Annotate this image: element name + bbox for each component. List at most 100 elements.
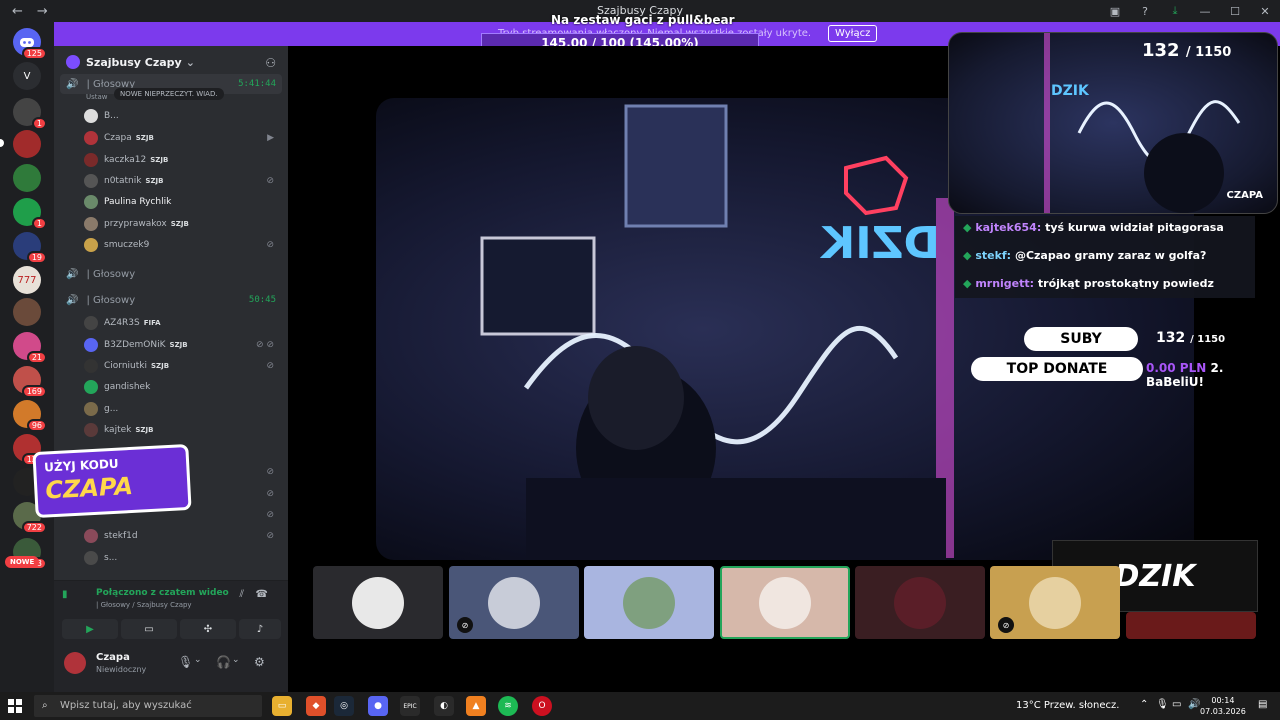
voice-channel[interactable]: 🔊 | Głosowy [60, 264, 282, 284]
guild-icon[interactable]: 21 [13, 332, 47, 364]
participant-tile[interactable]: ⊘ [449, 566, 579, 639]
activities-button[interactable]: ✣ [180, 619, 236, 639]
member-name: B... [104, 111, 119, 121]
voice-channel[interactable]: 🔊 | Głosowy 50:45 [60, 290, 282, 310]
member-tag: FIFA [143, 319, 161, 327]
notification-badge: 19 [26, 251, 47, 264]
app-icon[interactable]: ▲ [466, 696, 486, 716]
notification-badge: 1 [31, 117, 47, 130]
member-name: kajtek [104, 425, 132, 435]
settings-hint: Ustaw [86, 93, 108, 101]
voice-member[interactable]: AZ4R3S FIFA [84, 313, 274, 333]
notifications-icon[interactable]: ▤ [1258, 699, 1267, 710]
weather-widget[interactable]: 13°C Przew. słonecz. [1016, 700, 1119, 711]
new-unread-pill[interactable]: NOWE [5, 556, 40, 568]
signal-icon: ▮ [62, 589, 68, 600]
guild-icon[interactable] [13, 164, 41, 192]
epic-games-icon[interactable]: EPIC [400, 696, 420, 716]
file-explorer-icon[interactable]: ▭ [272, 696, 292, 716]
chevron-down-icon[interactable]: ⌄ [232, 655, 240, 665]
add-member-icon[interactable]: ⚇ [265, 56, 276, 70]
opera-icon[interactable]: O [532, 696, 552, 716]
brave-icon[interactable]: ◆ [306, 696, 326, 716]
search-icon: ⌕ [42, 700, 48, 711]
noise-suppression-icon[interactable]: ⫽ [240, 589, 244, 600]
server-list: 125 V 1 1 19 777 21 169 96 127 722 33 NO… [0, 22, 54, 692]
voice-member[interactable]: stekf1d ⊘ [84, 526, 274, 546]
windows-start-icon[interactable] [8, 699, 22, 713]
guild-icon[interactable]: 1 [13, 98, 47, 130]
maximize-button[interactable]: ☐ [1220, 5, 1250, 18]
screen-share-button[interactable]: ▭ [121, 619, 177, 639]
minimize-button[interactable]: — [1190, 5, 1220, 18]
user-avatar[interactable] [64, 652, 86, 674]
guild-icon[interactable]: 96 [13, 400, 47, 432]
steam-icon[interactable]: ◎ [334, 696, 354, 716]
taskbar-search[interactable]: ⌕ Wpisz tutaj, aby wyszukać [34, 695, 262, 717]
volume-icon[interactable]: 🔊 [1188, 699, 1200, 710]
discord-icon[interactable]: ● [368, 696, 388, 716]
guild-icon[interactable] [13, 298, 41, 326]
spotify-icon[interactable]: ≋ [498, 696, 518, 716]
voice-member[interactable]: s... [84, 548, 274, 568]
participant-tile[interactable]: ⊘ [990, 566, 1120, 639]
chevron-down-icon[interactable]: ⌄ [194, 655, 202, 665]
chevron-up-icon[interactable]: ⌃ [1140, 699, 1148, 710]
member-name: przyprawakox [104, 219, 167, 229]
microphone-icon[interactable]: 🎙 [178, 655, 193, 669]
participant-tile[interactable] [313, 566, 443, 639]
channel-sidebar: Szajbusy Czapy ⌄ ⚇ 🔊 | Głosowy 5:41:44 U… [54, 46, 288, 692]
guild-icon[interactable] [13, 130, 41, 158]
close-button[interactable]: ✕ [1250, 5, 1280, 18]
video-button[interactable]: ▶ [62, 619, 118, 639]
voice-member[interactable]: B... [84, 106, 274, 126]
voice-member[interactable]: Ciorniutki SZJB ⊘ [84, 356, 274, 376]
member-tag: SZJB [169, 341, 188, 349]
voice-status[interactable]: Połączono z czatem wideo [96, 588, 229, 598]
search-placeholder: Wpisz tutaj, aby wyszukać [60, 700, 192, 711]
clock[interactable]: 00:14 07.03.2026 [1200, 695, 1246, 717]
notification-badge: 21 [26, 351, 47, 364]
voice-member[interactable]: g... [84, 399, 274, 419]
muted-mic-icon: ⊘ [266, 240, 274, 250]
home-icon[interactable]: 125 [13, 28, 47, 60]
chat-author: stekf: [975, 249, 1012, 262]
participant-tile[interactable] [855, 566, 985, 639]
participant-tile-speaking[interactable] [720, 566, 850, 639]
guild-icon[interactable]: 169 [13, 366, 47, 398]
participant-tile[interactable] [584, 566, 714, 639]
download-icon[interactable]: ⤓ [1160, 4, 1190, 18]
help-icon[interactable]: ? [1130, 5, 1160, 18]
user-status: Niewidoczny [96, 665, 147, 674]
voice-member[interactable]: kaczka12 SZJB [84, 150, 274, 170]
camera-icon: ▶ [267, 133, 274, 143]
forward-arrow-icon[interactable]: → [37, 4, 48, 19]
headphones-icon[interactable]: 🎧 [216, 655, 231, 669]
inbox-icon[interactable]: ▣ [1100, 5, 1130, 18]
voice-member[interactable]: gandishek [84, 377, 274, 397]
voice-member[interactable]: przyprawakox SZJB [84, 214, 274, 234]
guild-icon[interactable]: V [13, 62, 41, 90]
chat-author: mrnigett: [975, 277, 1035, 290]
microphone-icon[interactable]: 🎙 [1156, 699, 1169, 710]
promo-code-badge: UŻYJ KODU CZAPA [32, 443, 192, 519]
voice-member[interactable]: smuczek9 ⊘ [84, 235, 274, 255]
back-arrow-icon[interactable]: ← [12, 4, 23, 19]
disable-streamer-mode-button[interactable]: Wyłącz [828, 25, 878, 42]
participant-tile[interactable] [1126, 612, 1256, 639]
guild-icon[interactable]: 1 [13, 198, 47, 230]
voice-member[interactable]: Czapa SZJB ▶ [84, 128, 274, 148]
disconnect-icon[interactable]: ☎ [256, 589, 268, 600]
gear-icon[interactable]: ⚙ [254, 655, 265, 669]
soundboard-button[interactable]: ♪ [239, 619, 281, 639]
voice-member[interactable]: kajtek SZJB [84, 420, 274, 440]
network-icon[interactable]: ▭ [1172, 699, 1181, 710]
voice-member[interactable]: n0tatnik SZJB ⊘ [84, 171, 274, 191]
promo-line-2: CZAPA [44, 471, 134, 505]
new-unread-messages-pill[interactable]: NOWE NIEPRZECZYT. WIAD. [114, 88, 224, 100]
voice-member[interactable]: Paulina Rychlik [84, 192, 274, 212]
guild-icon[interactable]: 777 [13, 266, 41, 294]
voice-member[interactable]: B3ZDemONiK SZJB ⊘ ⊘ [84, 335, 274, 355]
app-icon[interactable]: ◐ [434, 696, 454, 716]
guild-icon[interactable]: 19 [13, 232, 47, 264]
